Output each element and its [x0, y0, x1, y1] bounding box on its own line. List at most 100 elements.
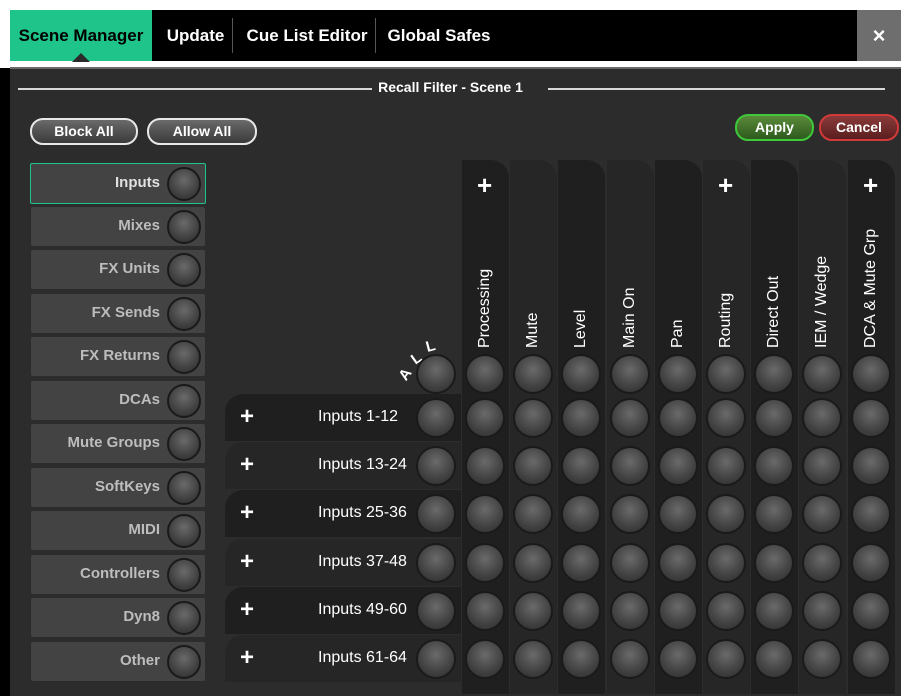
cell-toggle-knob[interactable]	[802, 446, 842, 486]
cell-toggle-knob[interactable]	[561, 494, 601, 534]
category-toggle-knob[interactable]	[167, 384, 201, 418]
category-toggle-knob[interactable]	[167, 253, 201, 287]
cell-toggle-knob[interactable]	[802, 543, 842, 583]
cell-toggle-knob[interactable]	[851, 494, 891, 534]
cell-toggle-knob[interactable]	[754, 494, 794, 534]
expand-plus-icon[interactable]: +	[240, 550, 254, 574]
row-inputs-1-12[interactable]: + Inputs 1-12	[225, 394, 461, 441]
row-inputs-61-64[interactable]: + Inputs 61-64	[225, 635, 461, 682]
cell-toggle-knob[interactable]	[658, 639, 698, 679]
cell-toggle-knob[interactable]	[706, 494, 746, 534]
cell-toggle-knob[interactable]	[561, 398, 601, 438]
expand-plus-icon[interactable]: +	[718, 172, 733, 198]
cell-toggle-knob[interactable]	[706, 591, 746, 631]
row-toggle-knob[interactable]	[416, 639, 456, 679]
expand-plus-icon[interactable]: +	[477, 172, 492, 198]
category-toggle-knob[interactable]	[167, 427, 201, 461]
tab-cue-list-editor[interactable]: Cue List Editor	[240, 10, 374, 61]
close-button[interactable]: ×	[857, 10, 901, 61]
column-toggle-knob[interactable]	[754, 354, 794, 394]
cell-toggle-knob[interactable]	[851, 398, 891, 438]
expand-plus-icon[interactable]: +	[240, 453, 254, 477]
cell-toggle-knob[interactable]	[610, 591, 650, 631]
category-fx-units[interactable]: FX Units	[31, 250, 205, 289]
all-toggle-knob[interactable]	[416, 354, 456, 394]
column-toggle-knob[interactable]	[851, 354, 891, 394]
cell-toggle-knob[interactable]	[561, 639, 601, 679]
cell-toggle-knob[interactable]	[706, 543, 746, 583]
cell-toggle-knob[interactable]	[802, 591, 842, 631]
column-toggle-knob[interactable]	[706, 354, 746, 394]
expand-plus-icon[interactable]: +	[240, 405, 254, 429]
cell-toggle-knob[interactable]	[465, 543, 505, 583]
category-mute-groups[interactable]: Mute Groups	[31, 424, 205, 463]
cell-toggle-knob[interactable]	[610, 446, 650, 486]
cell-toggle-knob[interactable]	[851, 639, 891, 679]
row-toggle-knob[interactable]	[416, 494, 456, 534]
cell-toggle-knob[interactable]	[802, 639, 842, 679]
expand-plus-icon[interactable]: +	[240, 646, 254, 670]
tab-update[interactable]: Update	[158, 10, 233, 61]
cell-toggle-knob[interactable]	[465, 446, 505, 486]
category-toggle-knob[interactable]	[167, 514, 201, 548]
category-dyn8[interactable]: Dyn8	[31, 598, 205, 637]
column-toggle-knob[interactable]	[561, 354, 601, 394]
cell-toggle-knob[interactable]	[754, 639, 794, 679]
category-mixes[interactable]: Mixes	[31, 207, 205, 246]
category-toggle-knob[interactable]	[167, 601, 201, 635]
cell-toggle-knob[interactable]	[754, 398, 794, 438]
category-fx-sends[interactable]: FX Sends	[31, 294, 205, 333]
cell-toggle-knob[interactable]	[754, 543, 794, 583]
cell-toggle-knob[interactable]	[658, 591, 698, 631]
cell-toggle-knob[interactable]	[561, 591, 601, 631]
cell-toggle-knob[interactable]	[802, 494, 842, 534]
category-toggle-knob[interactable]	[167, 645, 201, 679]
row-inputs-49-60[interactable]: + Inputs 49-60	[225, 587, 461, 634]
cell-toggle-knob[interactable]	[610, 543, 650, 583]
row-toggle-knob[interactable]	[416, 591, 456, 631]
cell-toggle-knob[interactable]	[513, 446, 553, 486]
cell-toggle-knob[interactable]	[465, 398, 505, 438]
column-toggle-knob[interactable]	[658, 354, 698, 394]
cell-toggle-knob[interactable]	[754, 446, 794, 486]
cell-toggle-knob[interactable]	[513, 639, 553, 679]
cell-toggle-knob[interactable]	[610, 494, 650, 534]
cell-toggle-knob[interactable]	[513, 398, 553, 438]
category-other[interactable]: Other	[31, 642, 205, 681]
cell-toggle-knob[interactable]	[610, 639, 650, 679]
column-toggle-knob[interactable]	[513, 354, 553, 394]
cell-toggle-knob[interactable]	[561, 446, 601, 486]
cell-toggle-knob[interactable]	[561, 543, 601, 583]
row-inputs-25-36[interactable]: + Inputs 25-36	[225, 490, 461, 537]
category-midi[interactable]: MIDI	[31, 511, 205, 550]
cancel-button[interactable]: Cancel	[819, 114, 899, 141]
allow-all-button[interactable]: Allow All	[147, 118, 257, 145]
row-toggle-knob[interactable]	[416, 398, 456, 438]
row-inputs-37-48[interactable]: + Inputs 37-48	[225, 539, 461, 586]
cell-toggle-knob[interactable]	[851, 446, 891, 486]
category-controllers[interactable]: Controllers	[31, 555, 205, 594]
cell-toggle-knob[interactable]	[513, 494, 553, 534]
cell-toggle-knob[interactable]	[706, 446, 746, 486]
cell-toggle-knob[interactable]	[658, 398, 698, 438]
expand-plus-icon[interactable]: +	[240, 598, 254, 622]
cell-toggle-knob[interactable]	[658, 446, 698, 486]
category-toggle-knob[interactable]	[167, 210, 201, 244]
cell-toggle-knob[interactable]	[610, 398, 650, 438]
cell-toggle-knob[interactable]	[706, 639, 746, 679]
cell-toggle-knob[interactable]	[754, 591, 794, 631]
cell-toggle-knob[interactable]	[658, 494, 698, 534]
category-toggle-knob[interactable]	[167, 297, 201, 331]
category-toggle-knob[interactable]	[167, 167, 201, 201]
row-inputs-13-24[interactable]: + Inputs 13-24	[225, 442, 461, 489]
apply-button[interactable]: Apply	[735, 114, 814, 141]
category-dcas[interactable]: DCAs	[31, 381, 205, 420]
cell-toggle-knob[interactable]	[465, 494, 505, 534]
column-toggle-knob[interactable]	[610, 354, 650, 394]
column-toggle-knob[interactable]	[802, 354, 842, 394]
category-fx-returns[interactable]: FX Returns	[31, 337, 205, 376]
expand-plus-icon[interactable]: +	[240, 501, 254, 525]
category-toggle-knob[interactable]	[167, 558, 201, 592]
cell-toggle-knob[interactable]	[851, 591, 891, 631]
cell-toggle-knob[interactable]	[465, 591, 505, 631]
